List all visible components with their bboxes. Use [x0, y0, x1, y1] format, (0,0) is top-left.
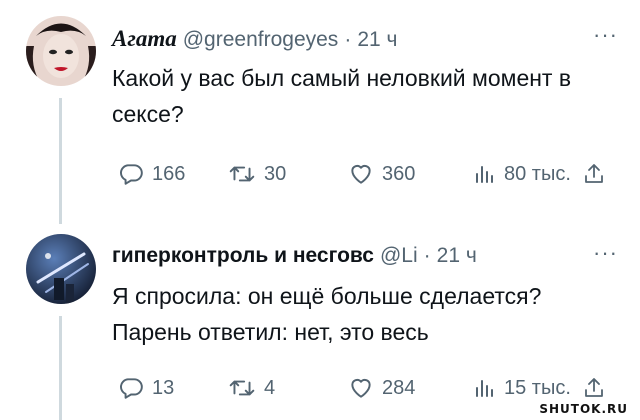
like-button[interactable]: 284	[348, 375, 415, 401]
view-count: 15 тыс.	[504, 376, 571, 399]
reply-button[interactable]: 166	[118, 161, 185, 187]
timestamp[interactable]: 21 ч	[357, 28, 397, 52]
reply-icon	[120, 164, 143, 185]
author-name[interactable]: Агата	[112, 26, 177, 52]
tweet-text-line: Я спросила: он ещё больше сделается?	[112, 283, 542, 309]
views-button[interactable]: 80 тыс.	[472, 161, 571, 187]
views-icon	[476, 380, 493, 397]
avatar[interactable]	[26, 16, 96, 86]
retweet-count: 30	[264, 162, 287, 185]
like-icon	[351, 378, 371, 398]
thread-line	[59, 98, 62, 224]
like-icon	[351, 164, 371, 184]
tweet-text: Я спросила: он ещё больше сделается? Пар…	[112, 278, 612, 350]
timestamp[interactable]: 21 ч	[437, 244, 477, 268]
tweet-header: гиперконтроль и несговс @Li · 21 ч	[112, 244, 477, 268]
tweet-text-line: Парень ответил: нет, это весь	[112, 319, 429, 345]
retweet-icon	[229, 166, 255, 182]
like-button[interactable]: 360	[348, 161, 415, 187]
author-name[interactable]: гиперконтроль и несговс	[112, 244, 374, 268]
more-icon[interactable]: ···	[593, 22, 618, 48]
retweet-icon	[229, 380, 255, 396]
retweet-button[interactable]: 30	[228, 161, 286, 187]
reply-button[interactable]: 13	[118, 375, 174, 401]
views-icon	[476, 166, 493, 183]
thread-line	[59, 316, 62, 420]
like-count: 360	[382, 162, 416, 185]
retweet-count: 4	[264, 376, 276, 399]
separator: ·	[423, 244, 431, 267]
reply-count: 166	[152, 162, 186, 185]
more-icon[interactable]: ···	[593, 240, 618, 266]
tweet-actions: 166 30 360 80 тыс.	[112, 156, 620, 192]
author-handle[interactable]: @Li	[380, 244, 418, 268]
like-count: 284	[382, 376, 416, 399]
watermark: SHUTOK.RU	[539, 402, 628, 416]
view-count: 80 тыс.	[504, 162, 571, 185]
tweet-header: Агата @greenfrogeyes · 21 ч	[112, 26, 397, 52]
author-handle[interactable]: @greenfrogeyes	[183, 28, 339, 52]
share-button[interactable]	[582, 375, 614, 401]
share-icon	[585, 164, 603, 183]
share-button[interactable]	[582, 161, 614, 187]
reply-icon	[120, 378, 143, 399]
retweet-button[interactable]: 4	[228, 375, 275, 401]
share-icon	[585, 378, 603, 397]
tweet-text: Какой у вас был самый неловкий момент в …	[112, 65, 572, 127]
views-button[interactable]: 15 тыс.	[472, 375, 571, 401]
tweet-actions: 13 4 284 15 тыс.	[112, 370, 620, 406]
avatar[interactable]	[26, 234, 96, 304]
separator: ·	[344, 28, 352, 51]
reply-count: 13	[152, 376, 175, 399]
